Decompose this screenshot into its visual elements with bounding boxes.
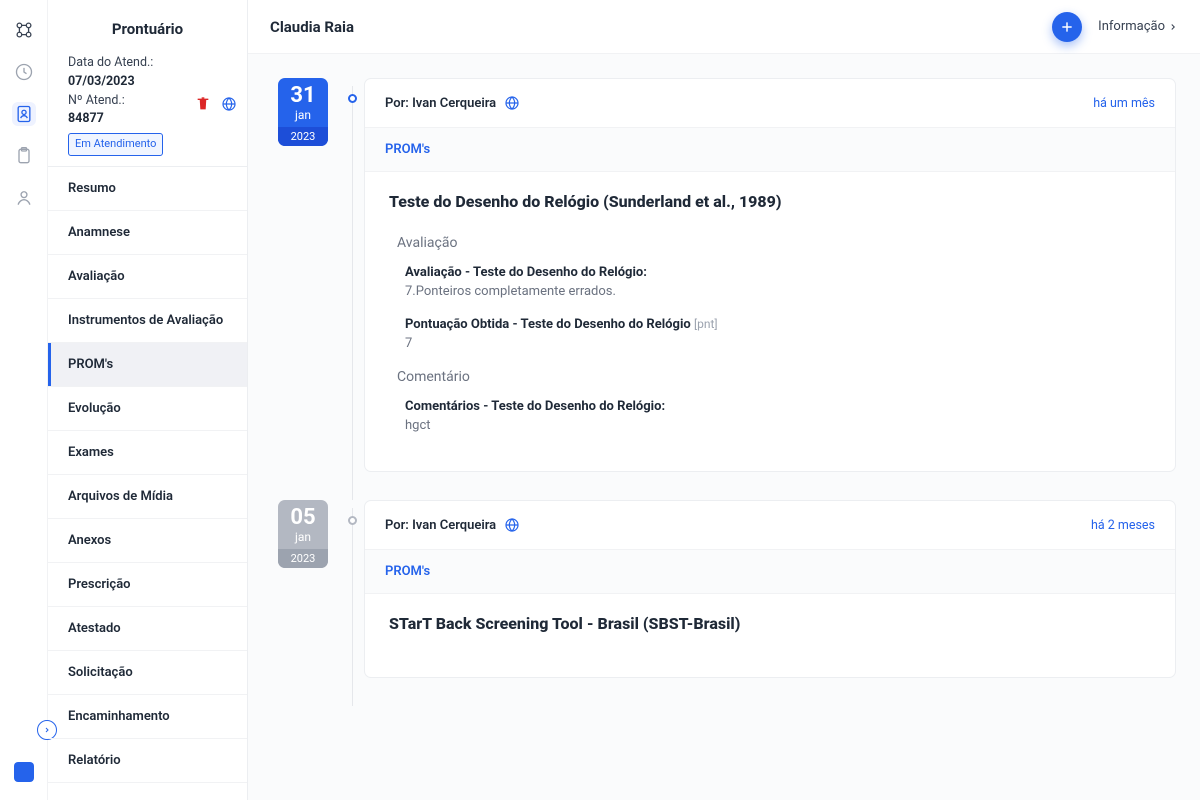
nav-item-5[interactable]: Evolução bbox=[48, 387, 247, 431]
date-badge: 05jan2023 bbox=[278, 500, 328, 678]
nav-item-3[interactable]: Instrumentos de Avaliação bbox=[48, 299, 247, 343]
card-tab[interactable]: PROM's bbox=[365, 550, 1175, 594]
chevron-right-icon bbox=[1168, 22, 1178, 32]
nav-item-1[interactable]: Anamnese bbox=[48, 211, 247, 255]
nav-item-10[interactable]: Atestado bbox=[48, 607, 247, 651]
timeline-dot bbox=[348, 94, 357, 103]
nav-item-6[interactable]: Exames bbox=[48, 431, 247, 475]
field-value: 7 bbox=[405, 336, 1151, 351]
add-button[interactable] bbox=[1052, 12, 1082, 42]
timeline-content: 31jan2023Por: Ivan Cerqueirahá um mêsPRO… bbox=[248, 54, 1200, 800]
info-link[interactable]: Informação bbox=[1098, 19, 1178, 34]
dashboard-icon[interactable] bbox=[12, 60, 36, 84]
date-year: 2023 bbox=[278, 549, 328, 568]
nav-item-11[interactable]: Solicitação bbox=[48, 651, 247, 695]
user-icon[interactable] bbox=[12, 186, 36, 210]
field-value: 7.Ponteiros completamente errados. bbox=[405, 284, 1151, 299]
timeline-card: Por: Ivan Cerqueira há 2 meses PROM's STarT… bbox=[364, 500, 1176, 678]
num-value: 84877 bbox=[68, 110, 227, 129]
card-author: Por: Ivan Cerqueira bbox=[385, 517, 520, 533]
field: Avaliação - Teste do Desenho do Relógio:… bbox=[405, 265, 1151, 299]
field: Comentários - Teste do Desenho do Relógi… bbox=[405, 399, 1151, 433]
globe-icon[interactable] bbox=[504, 517, 520, 533]
patient-name: Claudia Raia bbox=[270, 18, 354, 36]
info-label: Informação bbox=[1098, 19, 1165, 34]
nav-item-0[interactable]: Resumo bbox=[48, 167, 247, 211]
appointment-info: Data do Atend.: 07/03/2023 Nº Atend.: 84… bbox=[48, 54, 247, 166]
card-title: STarT Back Screening Tool - Brasil (SBST… bbox=[389, 614, 1151, 633]
date-value: 07/03/2023 bbox=[68, 73, 227, 92]
date-badge: 31jan2023 bbox=[278, 78, 328, 472]
sidebar-nav: ResumoAnamneseAvaliaçãoInstrumentos de A… bbox=[48, 166, 247, 783]
field-label: Comentários - Teste do Desenho do Relógi… bbox=[405, 399, 1151, 414]
icon-rail bbox=[0, 0, 48, 800]
nav-item-12[interactable]: Encaminhamento bbox=[48, 695, 247, 739]
logo-icon bbox=[12, 18, 36, 42]
date-month: jan bbox=[278, 108, 328, 127]
section-heading: Avaliação bbox=[397, 235, 1151, 251]
nav-item-7[interactable]: Arquivos de Mídia bbox=[48, 475, 247, 519]
date-month: jan bbox=[278, 530, 328, 549]
nav-item-9[interactable]: Prescrição bbox=[48, 563, 247, 607]
field: Pontuação Obtida - Teste do Desenho do R… bbox=[405, 317, 1151, 351]
card-time-ago: há 2 meses bbox=[1091, 518, 1155, 533]
nav-item-4[interactable]: PROM's bbox=[48, 343, 247, 387]
timeline-entry: 31jan2023 Por: Ivan Cerqueira há um mês PRO… bbox=[278, 78, 1176, 472]
nav-item-13[interactable]: Relatório bbox=[48, 739, 247, 783]
timeline-entry: 05jan2023 Por: Ivan Cerqueira há 2 meses PR… bbox=[278, 500, 1176, 678]
card-tab[interactable]: PROM's bbox=[365, 128, 1175, 172]
card-time-ago: há um mês bbox=[1093, 96, 1155, 111]
status-badge: Em Atendimento bbox=[68, 133, 163, 156]
card-title: Teste do Desenho do Relógio (Sunderland … bbox=[389, 192, 1151, 211]
date-day: 31 bbox=[278, 78, 328, 108]
card-author: Por: Ivan Cerqueira bbox=[385, 95, 520, 111]
date-day: 05 bbox=[278, 500, 328, 530]
globe-icon[interactable] bbox=[221, 96, 237, 112]
field-label: Avaliação - Teste do Desenho do Relógio: bbox=[405, 265, 1151, 280]
timeline-dot bbox=[348, 516, 357, 525]
date-label: Data do Atend.: bbox=[68, 54, 227, 73]
footer-pill-icon bbox=[14, 762, 34, 782]
sidebar-title: Prontuário bbox=[48, 0, 247, 54]
date-year: 2023 bbox=[278, 127, 328, 146]
section-heading: Comentário bbox=[397, 369, 1151, 385]
patient-icon[interactable] bbox=[12, 102, 36, 126]
nav-item-2[interactable]: Avaliação bbox=[48, 255, 247, 299]
delete-icon[interactable] bbox=[195, 96, 211, 112]
nav-item-8[interactable]: Anexos bbox=[48, 519, 247, 563]
globe-icon[interactable] bbox=[504, 95, 520, 111]
field-label: Pontuação Obtida - Teste do Desenho do R… bbox=[405, 317, 1151, 332]
field-value: hgct bbox=[405, 418, 1151, 433]
timeline-card: Por: Ivan Cerqueira há um mês PROM's Teste … bbox=[364, 78, 1176, 472]
sidebar: Prontuário Data do Atend.: 07/03/2023 Nº… bbox=[48, 0, 248, 800]
topbar: Claudia Raia Informação bbox=[248, 0, 1200, 54]
clipboard-icon[interactable] bbox=[12, 144, 36, 168]
